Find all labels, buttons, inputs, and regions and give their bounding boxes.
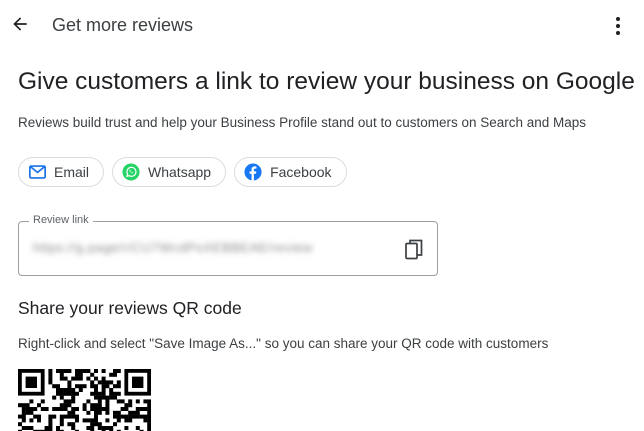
- back-button[interactable]: [6, 10, 34, 38]
- qr-description: Right-click and select "Save Image As...…: [18, 336, 549, 351]
- facebook-share-button[interactable]: Facebook: [234, 157, 347, 187]
- email-share-label: Email: [54, 164, 90, 180]
- more-options-button[interactable]: [606, 12, 630, 40]
- whatsapp-share-button[interactable]: Whatsapp: [112, 157, 227, 187]
- copy-icon: [405, 239, 423, 259]
- main-heading: Give customers a link to review your bus…: [18, 68, 635, 95]
- facebook-share-label: Facebook: [270, 164, 332, 180]
- facebook-icon: [244, 163, 262, 181]
- review-link-value[interactable]: https://g.page/r/CU7WcdPoXEBBEAE/review: [33, 240, 313, 255]
- qr-heading: Share your reviews QR code: [18, 298, 242, 318]
- whatsapp-share-label: Whatsapp: [148, 164, 212, 180]
- share-chips: Email Whatsapp Facebook: [18, 157, 347, 187]
- arrow-left-icon: [13, 17, 27, 31]
- main-subtitle: Reviews build trust and help your Busine…: [18, 115, 587, 130]
- more-vert-icon: [616, 17, 620, 35]
- page-title: Get more reviews: [52, 15, 194, 35]
- review-link-field[interactable]: Review link https://g.page/r/CU7WcdPoXEB…: [18, 214, 438, 276]
- copy-link-button[interactable]: [403, 237, 425, 261]
- email-icon: [28, 163, 46, 181]
- review-link-label: Review link: [29, 214, 93, 226]
- qr-code-image[interactable]: [18, 369, 151, 431]
- email-share-button[interactable]: Email: [18, 157, 105, 187]
- top-app-bar: Get more reviews: [0, 0, 644, 52]
- whatsapp-icon: [122, 163, 140, 181]
